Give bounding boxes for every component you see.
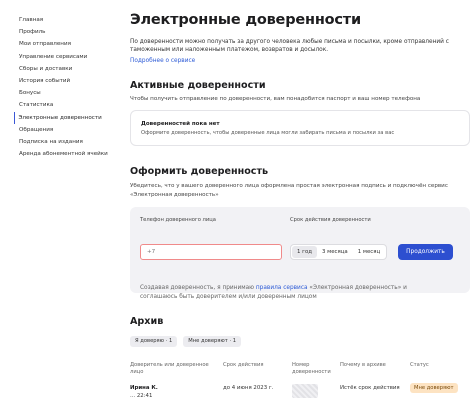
column-header-validity: Срок действия xyxy=(223,362,264,368)
filter-trusted-by[interactable]: Мне доверяют · 1 xyxy=(183,336,242,347)
sidebar-item-profile[interactable]: Профиль xyxy=(14,26,126,38)
consent-text-start: Создавая доверенность, я принимаю xyxy=(140,285,256,291)
column-header-number-line2: доверенности xyxy=(292,368,331,375)
create-proxy-title: Оформить доверенность xyxy=(130,166,269,177)
sidebar-item-pickups[interactable]: Сборы и доставки xyxy=(14,63,126,75)
sidebar-item-history[interactable]: История событий xyxy=(14,75,126,87)
period-selector: 1 год 3 месяца 1 месяц xyxy=(290,244,388,260)
column-header-person-line2: лицо xyxy=(130,368,144,375)
continue-button[interactable]: Продолжить xyxy=(398,244,453,260)
sidebar-item-requests[interactable]: Обращения xyxy=(14,124,126,136)
phone-input[interactable] xyxy=(140,244,282,260)
sidebar-item-services[interactable]: Управление сервисами xyxy=(14,51,126,63)
active-proxies-title: Активные доверенности xyxy=(130,80,266,91)
sidebar-item-home[interactable]: Главная xyxy=(14,14,126,26)
sidebar-nav: Главная Профиль Мои отправления Управлен… xyxy=(14,14,126,160)
archive-title: Архив xyxy=(130,316,164,327)
column-header-number-line1: Номер xyxy=(292,362,310,368)
sidebar-item-statistics[interactable]: Статистика xyxy=(14,99,126,111)
period-option-3-months[interactable]: 3 месяца xyxy=(317,246,353,258)
phone-label: Телефон доверенного лица xyxy=(140,217,216,223)
row-person: Ирина К.... 22:41 xyxy=(130,385,158,400)
empty-state-text: Оформите доверенность, чтобы доверенные … xyxy=(141,130,395,136)
column-header-status: Статус xyxy=(410,362,429,368)
filter-i-trust[interactable]: Я доверяю · 1 xyxy=(130,336,178,347)
status-badge: Мне доверяют xyxy=(410,383,458,393)
empty-state-card: Доверенностей пока нет Оформите доверенн… xyxy=(130,110,470,146)
table-row[interactable]: Ирина К.... 22:41 до 4 июня 2023 г. Истё… xyxy=(130,381,470,411)
period-option-1-month[interactable]: 1 месяц xyxy=(353,246,385,258)
sidebar-item-bonuses[interactable]: Бонусы xyxy=(14,87,126,99)
sidebar-item-subscriptions[interactable]: Подписка на издания xyxy=(14,136,126,148)
intro-text: По доверенности можно получать за другог… xyxy=(130,39,449,53)
create-proxy-form: Телефон доверенного лица Срок действия д… xyxy=(130,207,470,300)
row-validity: до 4 июня 2023 г. xyxy=(223,385,274,391)
row-reason: Истёк срок действия xyxy=(340,385,400,391)
column-header-reason: Почему в архиве xyxy=(340,362,386,368)
consent-text: Создавая доверенность, я принимаю правил… xyxy=(140,284,440,301)
sidebar-item-po-box[interactable]: Аренда абонементной ячейки xyxy=(14,148,126,160)
period-option-1-year[interactable]: 1 год xyxy=(292,246,318,258)
page-title: Электронные доверенности xyxy=(130,12,361,28)
service-rules-link[interactable]: правила сервиса xyxy=(256,285,308,291)
row-number-masked xyxy=(292,384,318,398)
empty-state-title: Доверенностей пока нет xyxy=(141,121,220,127)
column-header-person: Доверитель или доверенное лицо xyxy=(130,362,209,375)
row-person-name: Ирина К. xyxy=(130,385,158,391)
create-proxy-subtitle-2: «Электронная доверенность» xyxy=(130,192,219,198)
row-time: ... 22:41 xyxy=(130,392,153,399)
column-header-number: Номер доверенности xyxy=(292,362,331,375)
more-about-service-link[interactable]: Подробнее о сервисе xyxy=(130,58,195,64)
archive-filters: Я доверяю · 1 Мне доверяют · 1 xyxy=(130,336,242,347)
column-header-person-line1: Доверитель или доверенное xyxy=(130,362,209,368)
sidebar-item-e-proxies[interactable]: Электронные доверенности xyxy=(14,111,126,124)
active-proxies-subtitle: Чтобы получить отправление по довереннос… xyxy=(130,96,421,102)
period-label: Срок действия доверенности xyxy=(290,217,371,223)
archive-table-header: Доверитель или доверенное лицо Срок дейст… xyxy=(130,362,470,376)
sidebar-item-shipments[interactable]: Мои отправления xyxy=(14,38,126,50)
create-proxy-subtitle-1: Убедитесь, что у вашего доверенного лица… xyxy=(130,183,448,189)
